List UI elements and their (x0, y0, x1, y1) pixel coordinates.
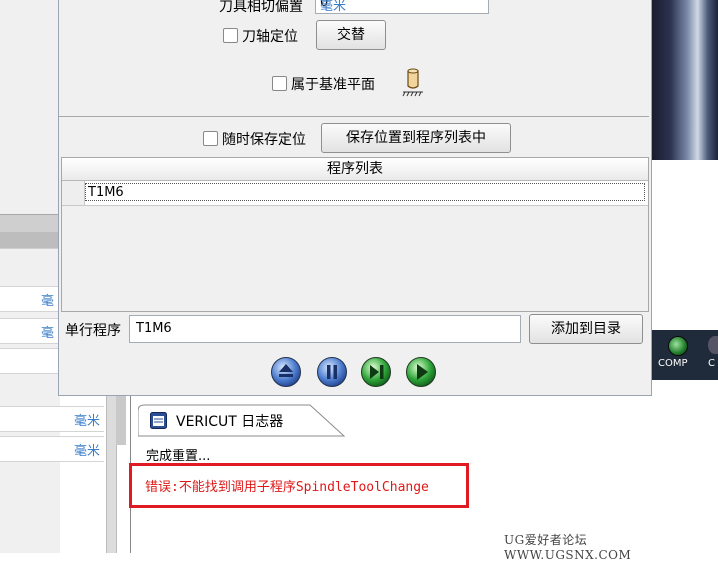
program-list-cell[interactable]: T1M6 (85, 183, 645, 201)
splitter-handle[interactable] (116, 395, 126, 445)
left-panel-subheader (0, 232, 58, 248)
spindle-position-checkbox[interactable] (223, 28, 238, 43)
log-tab-title: VERICUT 日志器 (176, 414, 284, 430)
comp-status-icon (668, 336, 688, 356)
comp-label: COMP (658, 358, 688, 369)
left-field-row[interactable]: 毫米 (0, 436, 104, 462)
viewport-background (650, 160, 718, 330)
spindle-position-label: 刀轴定位 (242, 29, 298, 45)
machine-viewport-image (650, 0, 718, 160)
section-divider (59, 116, 649, 117)
table-row[interactable]: T1M6 (62, 181, 648, 206)
eject-icon (271, 357, 301, 387)
add-to-list-button[interactable]: 添加到目录 (529, 314, 643, 344)
play-button[interactable] (405, 356, 437, 388)
next-label: C (708, 358, 715, 369)
pause-button[interactable] (316, 356, 348, 388)
alternate-button[interactable]: 交替 (316, 20, 386, 50)
next-status-icon[interactable] (708, 336, 718, 354)
row-header[interactable] (62, 181, 85, 205)
step-forward-icon (361, 357, 391, 387)
unit-label: 毫 (40, 326, 54, 341)
eject-button[interactable] (270, 356, 302, 388)
unit-label: 毫米 (73, 444, 100, 459)
step-button[interactable] (360, 356, 392, 388)
reference-plane-icon (401, 68, 427, 98)
play-icon (406, 357, 436, 387)
unit-label: 毫 (40, 294, 54, 309)
program-list-header: 程序列表 (62, 158, 648, 181)
save-anytime-label: 随时保存定位 (222, 132, 306, 148)
top-field-input[interactable]: 0 毫米 (315, 0, 489, 14)
single-program-value: T1M6 (136, 321, 172, 336)
error-highlight-box (129, 463, 469, 508)
log-line: 完成重置... (146, 449, 211, 464)
reference-plane-label: 属于基准平面 (291, 77, 375, 93)
log-tab[interactable]: VERICUT 日志器 (138, 403, 350, 437)
watermark: UG爱好者论坛 WWW.UGSNX.COM (504, 533, 632, 562)
single-program-input[interactable]: T1M6 (129, 315, 521, 343)
unit-label: 毫米 (73, 414, 100, 429)
spindle-position-dialog: 刀具相切偏置 0 毫米 刀轴定位 交替 属于基准平面 随时保存定位 保存位置到程… (58, 0, 652, 396)
left-panel-background (0, 0, 60, 553)
reference-plane-checkbox[interactable] (272, 76, 287, 91)
left-field-row[interactable]: 毫 (0, 318, 58, 344)
save-anytime-checkbox[interactable] (203, 131, 218, 146)
left-field-row[interactable]: 毫 (0, 286, 58, 312)
log-icon (150, 412, 167, 429)
top-field-unit: 毫米 (320, 0, 347, 14)
pause-icon (317, 357, 347, 387)
single-program-label: 单行程序 (65, 323, 121, 339)
save-to-list-button[interactable]: 保存位置到程序列表中 (321, 123, 511, 153)
program-list-panel: 程序列表 T1M6 (61, 157, 649, 312)
comp-button[interactable]: COMP (656, 334, 698, 374)
left-field-row[interactable]: 毫米 (0, 406, 104, 432)
top-field-label: 刀具相切偏置 (219, 0, 303, 15)
right-toolbar: COMP C (650, 330, 718, 380)
